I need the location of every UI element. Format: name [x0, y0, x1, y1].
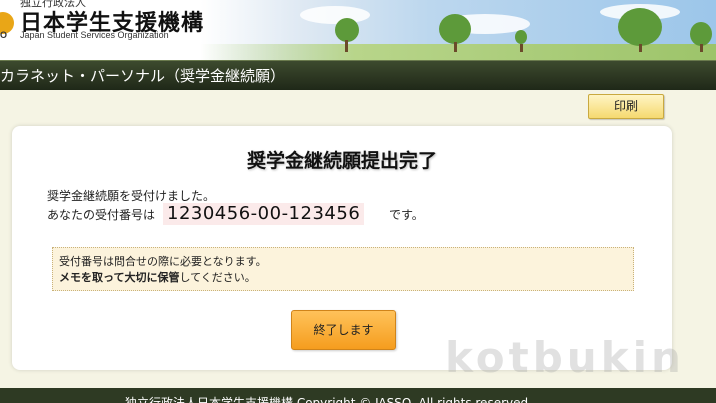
print-button[interactable]: 印刷 — [588, 94, 664, 119]
notice-box: 受付番号は問合せの際に必要となります。 メモを取って大切に保管してください。 — [52, 247, 634, 291]
completion-heading: 奨学金継続願提出完了 — [246, 150, 437, 172]
receipt-label: あなたの受付番号は — [47, 208, 156, 222]
org-name-english: Japan Student Services Organization — [20, 30, 169, 40]
logo-letter: O — [0, 30, 8, 40]
receipt-suffix: です。 — [389, 208, 424, 222]
copyright-text: 独立行政法人日本学生支援機構 Copyright © JASSO. All ri… — [125, 396, 532, 403]
site-footer: 独立行政法人日本学生支援機構 Copyright © JASSO. All ri… — [0, 388, 716, 403]
notice-line-1: 受付番号は問合せの際に必要となります。 — [59, 255, 267, 268]
finish-button[interactable]: 終了します — [291, 310, 396, 350]
page-title: カラネット・パーソナル（奨学金継続願） — [0, 67, 286, 85]
notice-line-2-rest: してください。 — [179, 271, 256, 284]
watermark: kotbukin — [445, 333, 685, 382]
cloud-decoration — [300, 6, 370, 24]
page-title-bar: カラネット・パーソナル（奨学金継続願） — [0, 60, 716, 90]
receipt-number: 1230456-00-123456 — [163, 203, 365, 225]
site-header: 独立行政法人 日本学生支援機構 O Japan Student Services… — [0, 0, 716, 60]
notice-emphasis: メモを取って大切に保管 — [59, 271, 180, 284]
accepted-message: 奨学金継続願を受付けました。 — [47, 189, 216, 203]
notice-line-2: メモを取って大切に保管してください。 — [59, 269, 256, 285]
